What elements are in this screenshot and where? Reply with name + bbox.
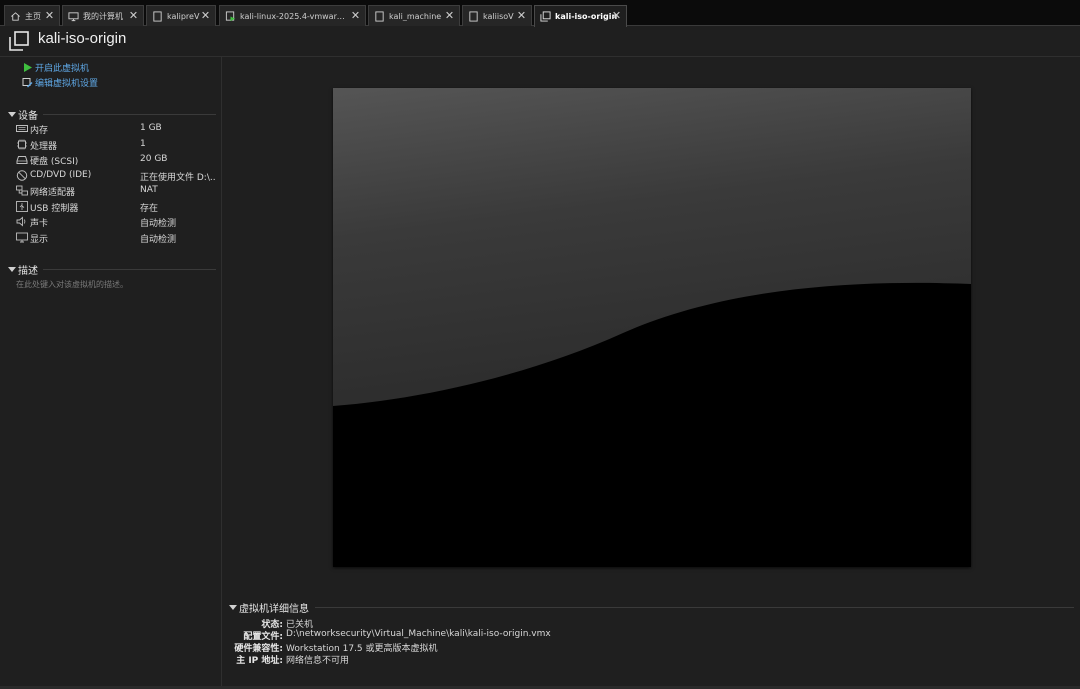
vm-details-section-header[interactable]: 虚拟机详细信息 bbox=[229, 600, 1074, 615]
detail-row-config-file: 配置文件: D:\networksecurity\Virtual_Machine… bbox=[223, 629, 1073, 642]
description-field[interactable]: 在此处键入对该虚拟机的描述。 bbox=[16, 279, 128, 290]
display-icon bbox=[16, 232, 28, 243]
detail-value: 网络信息不可用 bbox=[286, 656, 350, 666]
tab-kali-linux-vmware[interactable]: kali-linux-2025.4-vmware-am... ✕ bbox=[219, 5, 366, 26]
device-value: 自动检测 bbox=[140, 219, 177, 229]
home-icon bbox=[11, 11, 20, 21]
edit-settings-button[interactable]: 编辑虚拟机设置 bbox=[22, 76, 98, 89]
device-name: 硬盘 (SCSI) bbox=[30, 157, 79, 167]
collapse-caret-icon bbox=[8, 111, 16, 117]
device-value: 20 GB bbox=[140, 154, 168, 164]
tab-close-button[interactable]: ✕ bbox=[515, 9, 528, 22]
device-value: 存在 bbox=[140, 204, 159, 214]
description-section-header[interactable]: 描述 bbox=[8, 262, 216, 277]
detail-row-state: 状态: 已关机 bbox=[223, 617, 1073, 630]
device-row-display[interactable]: 显示 自动检测 bbox=[16, 230, 216, 245]
description-header-label: 描述 bbox=[18, 265, 38, 277]
detail-row-primary-ip: 主 IP 地址: 网络信息不可用 bbox=[223, 653, 1073, 666]
vm-running-icon bbox=[225, 10, 236, 21]
section-divider bbox=[43, 113, 216, 115]
device-value: 正在使用文件 D:\... bbox=[140, 173, 216, 183]
tab-kaliisov[interactable]: kaliisoV ✕ bbox=[462, 5, 532, 26]
vm-copy-icon bbox=[9, 31, 29, 51]
device-name: 处理器 bbox=[30, 142, 58, 152]
collapse-caret-icon bbox=[8, 266, 16, 272]
edit-settings-label: 编辑虚拟机设置 bbox=[35, 79, 99, 89]
device-row-processor[interactable]: 处理器 1 bbox=[16, 137, 216, 152]
device-value: 1 bbox=[140, 139, 146, 149]
tab-close-button[interactable]: ✕ bbox=[199, 9, 212, 22]
device-value: 1 GB bbox=[140, 123, 162, 133]
vm-main-area: 虚拟机详细信息 状态: 已关机 配置文件: D:\networksecurity… bbox=[223, 57, 1080, 689]
device-row-sound-card[interactable]: 声卡 自动检测 bbox=[16, 214, 216, 229]
device-row-hard-disk[interactable]: 硬盘 (SCSI) 20 GB bbox=[16, 152, 216, 167]
tab-label: kali-linux-2025.4-vmware-am... bbox=[240, 11, 365, 21]
device-row-cd-dvd[interactable]: CD/DVD (IDE) 正在使用文件 D:\... bbox=[16, 168, 216, 183]
power-on-button[interactable]: 开启此虚拟机 bbox=[22, 61, 89, 74]
monitor-icon bbox=[68, 11, 79, 21]
tab-close-button[interactable]: ✕ bbox=[610, 9, 623, 22]
cd-dvd-icon bbox=[16, 170, 28, 181]
network-adapter-icon bbox=[16, 185, 28, 196]
tab-bar: 主页 ✕ 我的计算机 ✕ kalipreV ✕ kali-linux-2025.… bbox=[0, 0, 1080, 27]
vm-screen-preview[interactable] bbox=[333, 88, 971, 567]
vm-summary-panel: 开启此虚拟机 编辑虚拟机设置 设备 内存 1 GB 处理器 1 硬盘 (SCSI… bbox=[0, 57, 222, 689]
device-name: 显示 bbox=[30, 235, 49, 245]
device-value: NAT bbox=[140, 185, 158, 195]
play-icon bbox=[24, 63, 32, 72]
tab-my-computer[interactable]: 我的计算机 ✕ bbox=[62, 5, 144, 26]
tab-close-button[interactable]: ✕ bbox=[349, 9, 362, 22]
hard-disk-icon bbox=[16, 156, 28, 164]
tab-kali-machine[interactable]: kali_machine ✕ bbox=[368, 5, 460, 26]
device-name: USB 控制器 bbox=[30, 204, 79, 214]
section-divider bbox=[315, 606, 1074, 608]
page-title: kali-iso-origin bbox=[38, 30, 127, 47]
tab-close-button[interactable]: ✕ bbox=[443, 9, 456, 22]
device-row-network-adapter[interactable]: 网络适配器 NAT bbox=[16, 183, 216, 198]
sound-card-icon bbox=[16, 216, 26, 227]
power-on-label: 开启此虚拟机 bbox=[35, 64, 90, 74]
device-row-usb-controller[interactable]: USB 控制器 存在 bbox=[16, 199, 216, 214]
device-row-memory[interactable]: 内存 1 GB bbox=[16, 121, 216, 136]
processor-icon bbox=[17, 139, 27, 150]
memory-icon bbox=[16, 125, 28, 132]
detail-row-hardware-compat: 硬件兼容性: Workstation 17.5 或更高版本虚拟机 bbox=[223, 641, 1073, 654]
vm-doc-icon bbox=[153, 10, 162, 22]
device-name: 声卡 bbox=[30, 219, 49, 229]
devices-header-label: 设备 bbox=[18, 110, 38, 122]
tab-kaliprev[interactable]: kalipreV ✕ bbox=[146, 5, 216, 26]
edit-settings-icon bbox=[22, 78, 33, 88]
usb-controller-icon bbox=[16, 201, 28, 212]
section-divider bbox=[43, 268, 216, 270]
vm-copy-icon bbox=[540, 11, 551, 22]
tab-kali-iso-origin[interactable]: kali-iso-origin ✕ bbox=[534, 5, 627, 27]
device-name: CD/DVD (IDE) bbox=[30, 170, 92, 180]
detail-value: D:\networksecurity\Virtual_Machine\kali\… bbox=[286, 629, 551, 639]
tab-home[interactable]: 主页 ✕ bbox=[4, 5, 60, 26]
devices-section-header[interactable]: 设备 bbox=[8, 107, 216, 122]
vm-doc-icon bbox=[375, 10, 384, 22]
vm-doc-icon bbox=[469, 10, 478, 22]
tab-close-button[interactable]: ✕ bbox=[43, 9, 56, 22]
device-name: 内存 bbox=[30, 126, 49, 136]
details-header-label: 虚拟机详细信息 bbox=[239, 603, 309, 615]
detail-key: 主 IP 地址: bbox=[236, 656, 283, 666]
device-name: 网络适配器 bbox=[30, 188, 76, 198]
vm-title-bar: kali-iso-origin bbox=[0, 27, 1080, 57]
collapse-caret-icon bbox=[229, 604, 237, 610]
device-value: 自动检测 bbox=[140, 235, 177, 245]
tab-close-button[interactable]: ✕ bbox=[127, 9, 140, 22]
